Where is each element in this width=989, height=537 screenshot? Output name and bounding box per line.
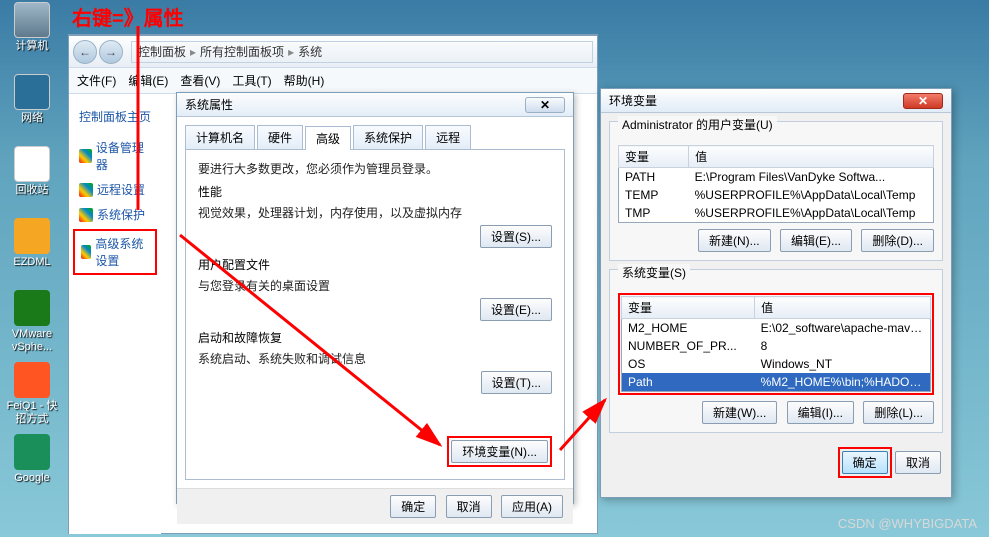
highlight-box: 确定 bbox=[838, 447, 892, 478]
apply-button[interactable]: 应用(A) bbox=[501, 495, 563, 518]
cancel-button[interactable]: 取消 bbox=[446, 495, 492, 518]
feiq-icon[interactable]: FeiQ1 - 快招方式 bbox=[4, 362, 60, 422]
tab-strip: 计算机名 硬件 高级 系统保护 远程 bbox=[185, 125, 565, 150]
col-val[interactable]: 值 bbox=[689, 146, 934, 168]
profile-title: 用户配置文件 bbox=[198, 256, 552, 273]
sidebar-item-advsys[interactable]: 高级系统设置 bbox=[75, 231, 155, 273]
sidebar-item-sysprotect[interactable]: 系统保护 bbox=[73, 202, 157, 227]
tab-sysprotect[interactable]: 系统保护 bbox=[353, 125, 423, 149]
perf-desc: 视觉效果，处理器计划，内存使用，以及虚拟内存 bbox=[198, 204, 552, 221]
table-row[interactable]: TEMP%USERPROFILE%\AppData\Local\Temp bbox=[619, 186, 934, 204]
user-vars-table[interactable]: 变量值 PATHE:\Program Files\VanDyke Softwa.… bbox=[618, 145, 934, 223]
sys-vars-label: 系统变量(S) bbox=[618, 264, 690, 281]
address-bar: ← → 控制面板 ▸ 所有控制面板项 ▸ 系统 bbox=[69, 36, 597, 68]
shield-icon bbox=[79, 149, 92, 163]
highlight-box: 环境变量(N)... bbox=[447, 436, 552, 467]
user-new-button[interactable]: 新建(N)... bbox=[698, 229, 771, 252]
annotation-text: 右键=》属性 bbox=[72, 2, 184, 31]
computer-icon[interactable]: 计算机 bbox=[4, 2, 60, 62]
watermark: CSDN @WHYBIGDATA bbox=[838, 516, 977, 531]
menu-file[interactable]: 文件(F) bbox=[77, 72, 116, 89]
recycle-bin-icon[interactable]: 回收站 bbox=[4, 146, 60, 206]
close-button[interactable]: ✕ bbox=[525, 97, 565, 113]
profile-desc: 与您登录有关的桌面设置 bbox=[198, 277, 552, 294]
table-row[interactable]: NUMBER_OF_PR...8 bbox=[622, 337, 931, 355]
desktop: 计算机 网络 回收站 EZDML VMware vSphe... FeiQ1 -… bbox=[0, 0, 989, 537]
menu-help[interactable]: 帮助(H) bbox=[284, 72, 325, 89]
dialog-title: 系统属性 bbox=[185, 96, 525, 113]
system-vars-table[interactable]: 变量值 M2_HOMEE:\02_software\apache-maven-3… bbox=[621, 296, 931, 392]
sys-delete-button[interactable]: 删除(L)... bbox=[863, 401, 934, 424]
startup-title: 启动和故障恢复 bbox=[198, 329, 552, 346]
forward-button[interactable]: → bbox=[99, 40, 123, 64]
network-icon[interactable]: 网络 bbox=[4, 74, 60, 134]
google-icon[interactable]: Google bbox=[4, 434, 60, 494]
tab-body-advanced: 要进行大多数更改，您必须作为管理员登录。 性能 视觉效果，处理器计划，内存使用，… bbox=[185, 150, 565, 480]
ezdml-icon[interactable]: EZDML bbox=[4, 218, 60, 278]
user-vars-label: Administrator 的用户变量(U) bbox=[618, 116, 777, 133]
dialog-buttons: 确定 取消 应用(A) bbox=[177, 488, 573, 524]
dialog-buttons: 确定 取消 bbox=[601, 441, 951, 484]
chevron-right-icon: ▸ bbox=[190, 45, 196, 59]
sys-edit-button[interactable]: 编辑(I)... bbox=[787, 401, 854, 424]
menu-edit[interactable]: 编辑(E) bbox=[128, 72, 168, 89]
cancel-button[interactable]: 取消 bbox=[895, 451, 941, 474]
back-button[interactable]: ← bbox=[73, 40, 97, 64]
perf-settings-button[interactable]: 设置(S)... bbox=[480, 225, 552, 248]
tab-remote[interactable]: 远程 bbox=[425, 125, 471, 149]
desktop-icon-column: 计算机 网络 回收站 EZDML VMware vSphe... FeiQ1 -… bbox=[4, 2, 64, 506]
table-row[interactable]: M2_HOMEE:\02_software\apache-maven-3.5.4 bbox=[622, 319, 931, 338]
col-var[interactable]: 变量 bbox=[619, 146, 689, 168]
chevron-right-icon: ▸ bbox=[288, 45, 294, 59]
sidebar-item-devmgr[interactable]: 设备管理器 bbox=[73, 135, 157, 177]
col-var[interactable]: 变量 bbox=[622, 297, 755, 319]
sidebar-head[interactable]: 控制面板主页 bbox=[79, 108, 157, 125]
startup-desc: 系统启动、系统失败和调试信息 bbox=[198, 350, 552, 367]
sidebar: 控制面板主页 设备管理器 远程设置 系统保护 高级系统设置 bbox=[69, 94, 161, 534]
system-properties-dialog: 系统属性 ✕ 计算机名 硬件 高级 系统保护 远程 要进行大多数更改，您必须作为… bbox=[176, 92, 574, 504]
environment-variables-dialog: 环境变量 ✕ Administrator 的用户变量(U) 变量值 PATHE:… bbox=[600, 88, 952, 498]
startup-settings-button[interactable]: 设置(T)... bbox=[481, 371, 552, 394]
bc-allcp[interactable]: 所有控制面板项 bbox=[200, 43, 284, 60]
title-bar: 环境变量 ✕ bbox=[601, 89, 951, 113]
menu-tools[interactable]: 工具(T) bbox=[232, 72, 271, 89]
tab-advanced[interactable]: 高级 bbox=[305, 126, 351, 150]
ok-button[interactable]: 确定 bbox=[390, 495, 436, 518]
tab-computername[interactable]: 计算机名 bbox=[185, 125, 255, 149]
user-vars-group: Administrator 的用户变量(U) 变量值 PATHE:\Progra… bbox=[609, 121, 943, 261]
bc-system[interactable]: 系统 bbox=[298, 43, 322, 60]
system-vars-group: 系统变量(S) 变量值 M2_HOMEE:\02_software\apache… bbox=[609, 269, 943, 433]
shield-icon bbox=[79, 208, 93, 222]
user-delete-button[interactable]: 删除(D)... bbox=[861, 229, 934, 252]
perf-title: 性能 bbox=[198, 183, 552, 200]
sidebar-item-remote[interactable]: 远程设置 bbox=[73, 177, 157, 202]
vmware-icon[interactable]: VMware vSphe... bbox=[4, 290, 60, 350]
bc-cp[interactable]: 控制面板 bbox=[138, 43, 186, 60]
breadcrumb[interactable]: 控制面板 ▸ 所有控制面板项 ▸ 系统 bbox=[131, 41, 593, 63]
highlight-box: 变量值 M2_HOMEE:\02_software\apache-maven-3… bbox=[618, 293, 934, 395]
shield-icon bbox=[81, 245, 91, 259]
dialog-title: 环境变量 bbox=[609, 92, 903, 109]
sys-new-button[interactable]: 新建(W)... bbox=[702, 401, 777, 424]
menu-view[interactable]: 查看(V) bbox=[180, 72, 220, 89]
tab-hardware[interactable]: 硬件 bbox=[257, 125, 303, 149]
table-row-selected[interactable]: Path%M2_HOME%\bin;%HADOOP_HOME%\bin... bbox=[622, 373, 931, 392]
ok-button[interactable]: 确定 bbox=[842, 451, 888, 474]
shield-icon bbox=[79, 183, 93, 197]
table-row[interactable]: TMP%USERPROFILE%\AppData\Local\Temp bbox=[619, 204, 934, 223]
table-row[interactable]: OSWindows_NT bbox=[622, 355, 931, 373]
admin-notice: 要进行大多数更改，您必须作为管理员登录。 bbox=[198, 160, 552, 177]
table-row[interactable]: PATHE:\Program Files\VanDyke Softwa... bbox=[619, 168, 934, 187]
close-button[interactable]: ✕ bbox=[903, 93, 943, 109]
col-val[interactable]: 值 bbox=[755, 297, 931, 319]
profile-settings-button[interactable]: 设置(E)... bbox=[480, 298, 552, 321]
environment-variables-button[interactable]: 环境变量(N)... bbox=[451, 440, 548, 463]
user-edit-button[interactable]: 编辑(E)... bbox=[780, 229, 852, 252]
title-bar: 系统属性 ✕ bbox=[177, 93, 573, 117]
menu-bar: 文件(F) 编辑(E) 查看(V) 工具(T) 帮助(H) bbox=[69, 68, 597, 94]
highlight-box: 高级系统设置 bbox=[73, 229, 157, 275]
